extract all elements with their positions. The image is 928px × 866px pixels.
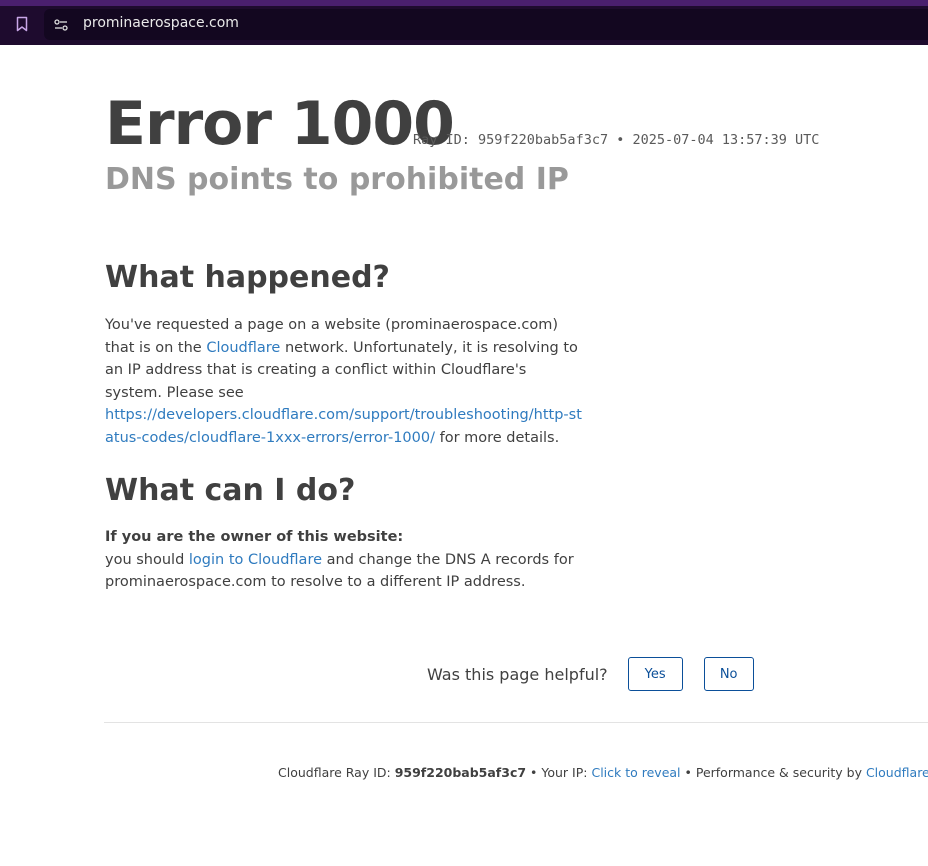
reveal-ip-link[interactable]: Click to reveal [591, 765, 680, 780]
footer-ray-label: Cloudflare Ray ID: [278, 765, 395, 780]
ray-meta: Ray ID: 959f220bab5af3c7 • 2025-07-04 13… [413, 132, 819, 148]
ray-separator: • [608, 132, 633, 148]
feedback-section: Was this page helpful? Yes No [427, 657, 754, 691]
login-link[interactable]: login to Cloudflare [189, 552, 322, 568]
ray-id-label: Ray ID: [413, 132, 479, 148]
what-happened-text: You've requested a page on a website (pr… [105, 314, 585, 449]
footer-cloudflare-link[interactable]: Cloudflare [866, 765, 928, 780]
ray-id-value: 959f220bab5af3c7 [478, 132, 609, 148]
footer-ray-id: 959f220bab5af3c7 [394, 765, 527, 780]
what-happened-heading: What happened? [105, 260, 390, 295]
footer-ip-label: Your IP: [541, 765, 592, 780]
feedback-no-button[interactable]: No [703, 657, 754, 691]
feedback-question: Was this page helpful? [427, 664, 608, 684]
error-subtitle: DNS points to prohibited IP [105, 162, 569, 197]
error-title: Error 1000 [105, 89, 455, 159]
cloudflare-link[interactable]: Cloudflare [206, 340, 280, 356]
footer-divider [104, 722, 928, 723]
what-happened-text-3: for more details. [434, 429, 560, 446]
what-can-i-do-text: If you are the owner of this website: you… [105, 526, 585, 594]
feedback-yes-button[interactable]: Yes [627, 657, 683, 691]
what-can-i-do-heading: What can I do? [105, 473, 356, 508]
footer-separator-1: • [526, 765, 542, 780]
error-timestamp: 2025-07-04 13:57:39 UTC [632, 132, 820, 148]
url-text[interactable]: prominaerospace.com [83, 15, 239, 31]
address-bar[interactable]: prominaerospace.com [44, 9, 928, 40]
browser-toolbar: prominaerospace.com [0, 0, 928, 45]
owner-label: If you are the owner of this website: [105, 529, 404, 545]
bookmark-icon[interactable] [14, 14, 30, 34]
footer-perf-label: Performance & security by [695, 765, 866, 780]
what-can-i-do-text-1: you should [105, 551, 189, 568]
footer: Cloudflare Ray ID: 959f220bab5af3c7 • Yo… [278, 764, 928, 782]
site-info-icon[interactable] [54, 17, 68, 31]
footer-separator-2: • [680, 765, 696, 780]
